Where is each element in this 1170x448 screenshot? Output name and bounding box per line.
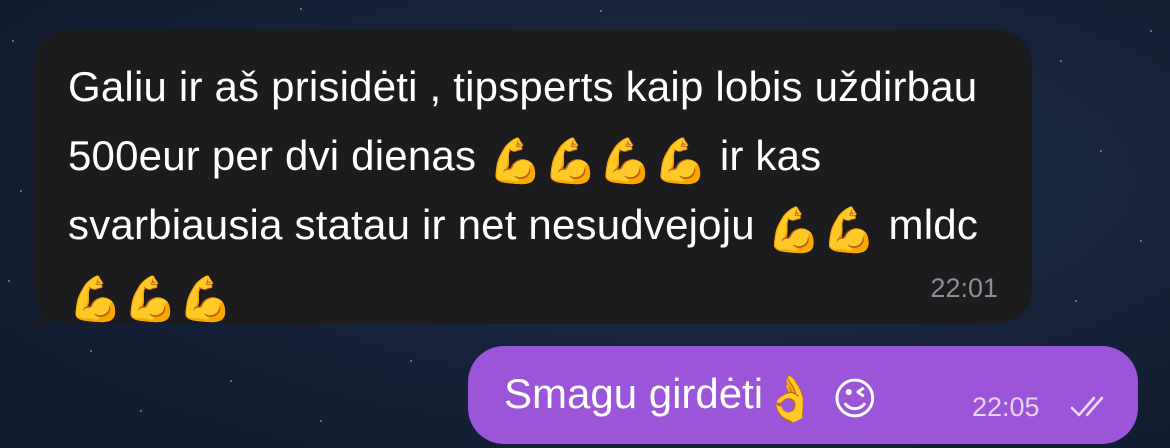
flexed-biceps-emoji-group: 💪💪💪 bbox=[68, 274, 233, 325]
star bbox=[1075, 300, 1077, 302]
star bbox=[8, 280, 10, 282]
message-text: Smagu girdėti👌 😉 bbox=[504, 366, 878, 422]
star bbox=[1150, 30, 1152, 32]
message-timestamp: 22:05 bbox=[972, 392, 1040, 422]
flexed-biceps-emoji-group: 💪💪💪💪 bbox=[488, 136, 708, 187]
star bbox=[140, 410, 142, 412]
star bbox=[600, 10, 602, 12]
star bbox=[1100, 150, 1102, 152]
double-check-icon bbox=[1070, 396, 1104, 417]
star bbox=[230, 380, 232, 382]
message-text: Galiu ir aš prisidėti , tipsperts kaip l… bbox=[68, 52, 998, 328]
message-text-content: Smagu girdėti bbox=[504, 370, 764, 417]
star bbox=[1060, 60, 1062, 62]
ok-hand-wink-emoji: 👌 😉 bbox=[763, 374, 878, 425]
star bbox=[1140, 240, 1142, 242]
star bbox=[410, 360, 412, 362]
message-bubble-incoming[interactable]: Galiu ir aš prisidėti , tipsperts kaip l… bbox=[20, 30, 1032, 325]
message-timestamp: 22:01 bbox=[930, 273, 998, 303]
flexed-biceps-emoji-group: 💪💪 bbox=[766, 205, 877, 256]
star bbox=[20, 190, 22, 192]
message-text-part-3: mldc bbox=[876, 201, 979, 248]
message-bubble-outgoing[interactable]: Smagu girdėti👌 😉 22:05 bbox=[468, 346, 1138, 444]
star bbox=[12, 40, 14, 42]
bubble-tail bbox=[20, 297, 50, 325]
star bbox=[320, 420, 322, 422]
star bbox=[90, 350, 92, 352]
star bbox=[300, 8, 302, 10]
